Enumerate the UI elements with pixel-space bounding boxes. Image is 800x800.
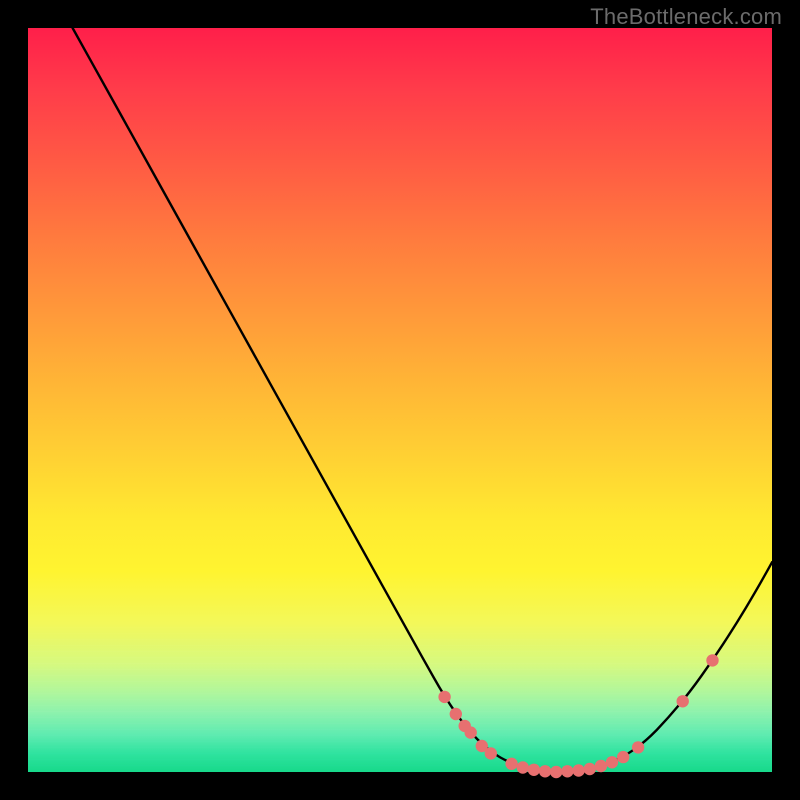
app-frame: TheBottleneck.com [0,0,800,800]
chart-marker [485,747,497,759]
chart-marker [606,756,618,768]
chart-marker [528,764,540,776]
chart-marker [438,691,450,703]
chart-marker [595,760,607,772]
bottleneck-curve [73,28,772,772]
chart-marker [517,761,529,773]
chart-marker [572,764,584,776]
watermark-text: TheBottleneck.com [590,4,782,30]
chart-marker [706,654,718,666]
chart-marker [550,766,562,778]
chart-markers [438,654,718,778]
chart-marker [539,765,551,777]
chart-svg [28,28,772,772]
chart-marker [632,741,644,753]
chart-marker [450,708,462,720]
chart-marker [617,751,629,763]
chart-marker [561,765,573,777]
chart-marker [584,763,596,775]
chart-plot-area [28,28,772,772]
chart-marker [677,695,689,707]
chart-marker [505,758,517,770]
chart-marker [465,726,477,738]
